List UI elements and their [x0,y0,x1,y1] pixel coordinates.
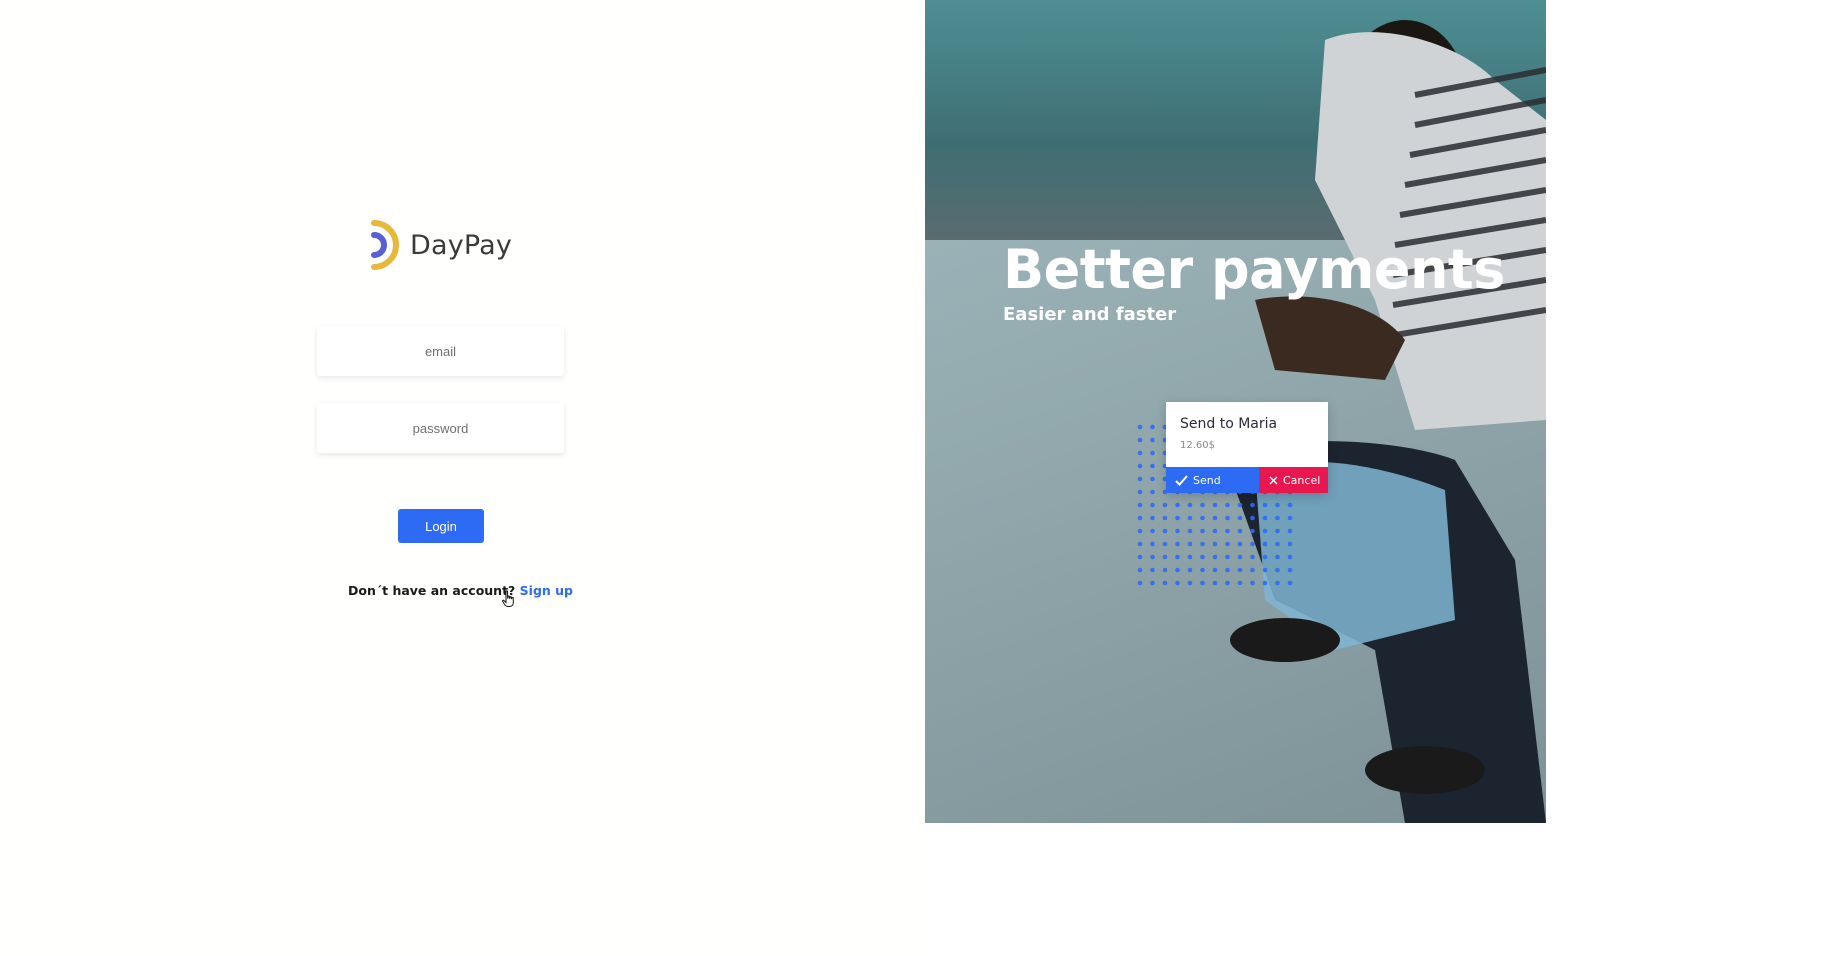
login-panel: DayPay Login Don´t have an account? Sign… [0,0,925,956]
cancel-label: Cancel [1283,473,1321,487]
signup-row: Don´t have an account? Sign up [348,583,573,598]
payment-card: Send to Maria 12.60$ Send Cancel [1166,402,1328,493]
daypay-logo-icon [371,220,399,270]
page-margin [1546,0,1821,956]
email-input[interactable] [317,326,564,376]
payment-card-amount: 12.60$ [1180,440,1215,451]
hero-title: Better payments [1003,238,1505,301]
promo-panel: Better payments Easier and faster Send t… [925,0,1546,823]
check-icon [1175,474,1188,486]
send-label: Send [1193,473,1221,487]
brand-logo: DayPay [368,220,512,270]
cancel-button[interactable]: Cancel [1259,467,1328,493]
hero-subtitle: Easier and faster [1003,304,1177,325]
brand-name: DayPay [410,229,513,261]
send-button[interactable]: Send [1166,467,1259,493]
close-icon [1269,475,1278,485]
hand-pointer-icon [502,590,514,607]
password-input[interactable] [317,403,564,453]
signup-link[interactable]: Sign up [520,583,573,598]
signup-prompt: Don´t have an account? [348,583,516,598]
login-button[interactable]: Login [398,509,484,543]
payment-card-title: Send to Maria [1180,416,1278,432]
